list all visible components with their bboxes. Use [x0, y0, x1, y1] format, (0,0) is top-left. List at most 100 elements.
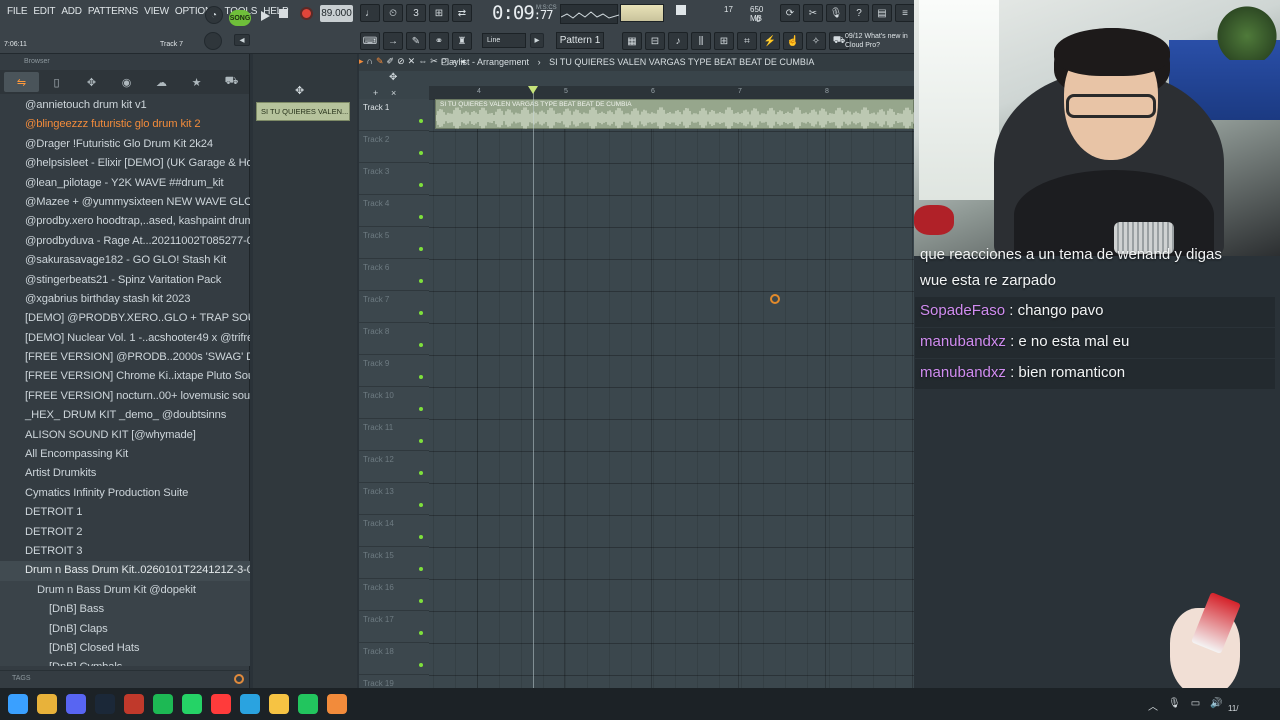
track-header[interactable]: Track 14	[359, 515, 429, 547]
steam-icon[interactable]	[95, 694, 115, 714]
menu-item-view[interactable]: VIEW	[141, 6, 172, 17]
browser-item[interactable]: @sakurasavage182 - GO GLO! Stash Kit	[0, 251, 250, 270]
menu-item-patterns[interactable]: PATTERNS	[85, 6, 141, 17]
snap-select[interactable]: Line	[482, 33, 526, 48]
fl-studio-icon[interactable]	[327, 694, 347, 714]
files-tab-icon[interactable]: ▯	[39, 72, 74, 92]
pattern-chip[interactable]: SI TU QUIERES VALEN...	[256, 102, 350, 121]
green-app-icon[interactable]	[298, 694, 318, 714]
cloud-tab-icon[interactable]: ☁	[144, 72, 179, 92]
edge-icon[interactable]	[240, 694, 260, 714]
plugin-picker-icon[interactable]: ⌗	[737, 32, 757, 50]
track-mute-led[interactable]	[419, 183, 423, 187]
delete-icon[interactable]: ⊘	[397, 56, 405, 67]
track-mute-led[interactable]	[419, 439, 423, 443]
keyboard-icon[interactable]: ⌨	[360, 32, 380, 50]
track-mute-led[interactable]	[419, 151, 423, 155]
close-icon[interactable]: ×	[391, 88, 396, 98]
search-icon[interactable]	[234, 674, 244, 684]
browser-item[interactable]: Artist Drumkits	[0, 464, 250, 483]
track-mute-led[interactable]	[419, 119, 423, 123]
track-header[interactable]: Track 4	[359, 195, 429, 227]
db-tab-icon[interactable]: ◉	[109, 72, 144, 92]
track-header[interactable]: Track 2	[359, 131, 429, 163]
track-header[interactable]: Track 17	[359, 611, 429, 643]
pencil-icon[interactable]: ✎	[406, 32, 426, 50]
playlist-grid[interactable]	[429, 99, 914, 688]
link-icon[interactable]: ⚭	[429, 32, 449, 50]
browser-item[interactable]: @stingerbeats21 - Spinz Varitation Pack	[0, 271, 250, 290]
chevron-up-icon[interactable]: ︿	[1148, 698, 1158, 713]
timeline-ruler[interactable]: 4 5 6 7 8	[429, 86, 914, 99]
countdown-icon[interactable]: 3	[406, 4, 426, 22]
track-mute-led[interactable]	[419, 663, 423, 667]
browser-item[interactable]: _HEX_ DRUM KIT _demo_ @doubtsinns	[0, 406, 250, 425]
mic-icon[interactable]: 🎙	[826, 4, 846, 22]
track-mute-led[interactable]	[419, 311, 423, 315]
channel-rack-icon[interactable]: ⊟	[645, 32, 665, 50]
track-mute-led[interactable]	[419, 503, 423, 507]
track-header[interactable]: Track 11	[359, 419, 429, 451]
news-panel[interactable]: 09/12 What's new in Cloud Pro?	[845, 32, 908, 50]
browser-item[interactable]: @helpsisleet - Elixir [DEMO] (UK Garage …	[0, 154, 250, 173]
track-header[interactable]: Track 10	[359, 387, 429, 419]
magnet-icon[interactable]: ∩	[367, 56, 373, 67]
browser-item[interactable]: [DEMO] Nuclear Vol. 1 -..acshooter49 x @…	[0, 329, 250, 348]
track-header[interactable]: Track 3	[359, 163, 429, 195]
paint-icon[interactable]: ✐	[387, 56, 395, 67]
browser-item[interactable]: [FREE VERSION] nocturn..00+ lovemusic so…	[0, 387, 250, 406]
track-header[interactable]: Track 15	[359, 547, 429, 579]
playlist-icon[interactable]: ▦	[622, 32, 642, 50]
browser-item[interactable]: Drum n Bass Drum Kit..0260101T224121Z-3-…	[0, 561, 250, 581]
mixer-icon[interactable]: ≡	[895, 4, 915, 22]
folder-icon[interactable]	[269, 694, 289, 714]
track-mute-led[interactable]	[419, 215, 423, 219]
browser-item[interactable]: @annietouch drum kit v1	[0, 96, 250, 115]
cart-tab-icon[interactable]: ⛟	[214, 72, 249, 92]
browser-item[interactable]: @Drager !Futuristic Glo Drum Kit 2k24	[0, 135, 250, 154]
browser-item[interactable]: [DnB] Cymbals	[0, 658, 250, 666]
menu-item-edit[interactable]: EDIT	[30, 6, 58, 17]
play-button[interactable]	[257, 8, 273, 24]
pencil-tool-icon[interactable]: ✎	[376, 56, 384, 67]
obs-icon[interactable]	[211, 694, 231, 714]
browser-item[interactable]: @prodby.xero hoodtrap,..ased, kashpaint …	[0, 212, 250, 231]
cut-icon[interactable]: ✂	[803, 4, 823, 22]
star-icon[interactable]: ★	[179, 72, 214, 92]
metronome-icon[interactable]: ♩	[360, 4, 380, 22]
song-mode-toggle[interactable]: SONG	[229, 10, 251, 26]
track-mute-led[interactable]	[419, 407, 423, 411]
track-header[interactable]: Track 16	[359, 579, 429, 611]
mixer-view-icon[interactable]: ⫼	[691, 32, 711, 50]
mute-icon[interactable]: ✕	[408, 56, 416, 67]
menu-arrow-icon[interactable]: ▸	[359, 56, 364, 67]
plugin-icon[interactable]: ⚡	[760, 32, 780, 50]
browser-item[interactable]: @lean_pilotage - Y2K WAVE ##drum_kit	[0, 174, 250, 193]
record-button[interactable]	[300, 7, 313, 20]
browser-item[interactable]: DETROIT 3	[0, 542, 250, 561]
track-mute-led[interactable]	[419, 247, 423, 251]
browser-item[interactable]: [DnB] Closed Hats	[0, 638, 250, 659]
step-edit-icon[interactable]: ⊞	[429, 4, 449, 22]
stamp-icon[interactable]: ♜	[452, 32, 472, 50]
browser-item[interactable]: Cymatics Infinity Production Suite	[0, 484, 250, 503]
track-header[interactable]: Track 6	[359, 259, 429, 291]
browser-item[interactable]: DETROIT 1	[0, 503, 250, 522]
browser-item[interactable]: @xgabrius birthday stash kit 2023	[0, 290, 250, 309]
stop-button[interactable]	[279, 9, 288, 18]
browser-item[interactable]: DETROIT 2	[0, 523, 250, 542]
plugins-tab-icon[interactable]: ✥	[74, 72, 109, 92]
track-header[interactable]: Track 5	[359, 227, 429, 259]
discord-icon[interactable]	[66, 694, 86, 714]
browser-item[interactable]: @blingeezzz futuristic glo drum kit 2	[0, 115, 250, 134]
add-track-icon[interactable]: +	[373, 88, 378, 98]
browser-view-icon[interactable]: ⊞	[714, 32, 734, 50]
pitch-slider[interactable]: ◂	[234, 34, 250, 46]
browser-item[interactable]: [DEMO] @PRODBY.XERO..GLO + TRAP SOUND KI…	[0, 309, 250, 328]
browser-item[interactable]: @Mazee + @yummysixteen NEW WAVE GLO kit	[0, 193, 250, 212]
all-tab-icon[interactable]: ⇋	[4, 72, 39, 92]
track-mute-led[interactable]	[419, 567, 423, 571]
master-volume-knob[interactable]	[204, 32, 222, 50]
track-mute-led[interactable]	[419, 375, 423, 379]
network-icon[interactable]: ▭	[1191, 698, 1200, 713]
